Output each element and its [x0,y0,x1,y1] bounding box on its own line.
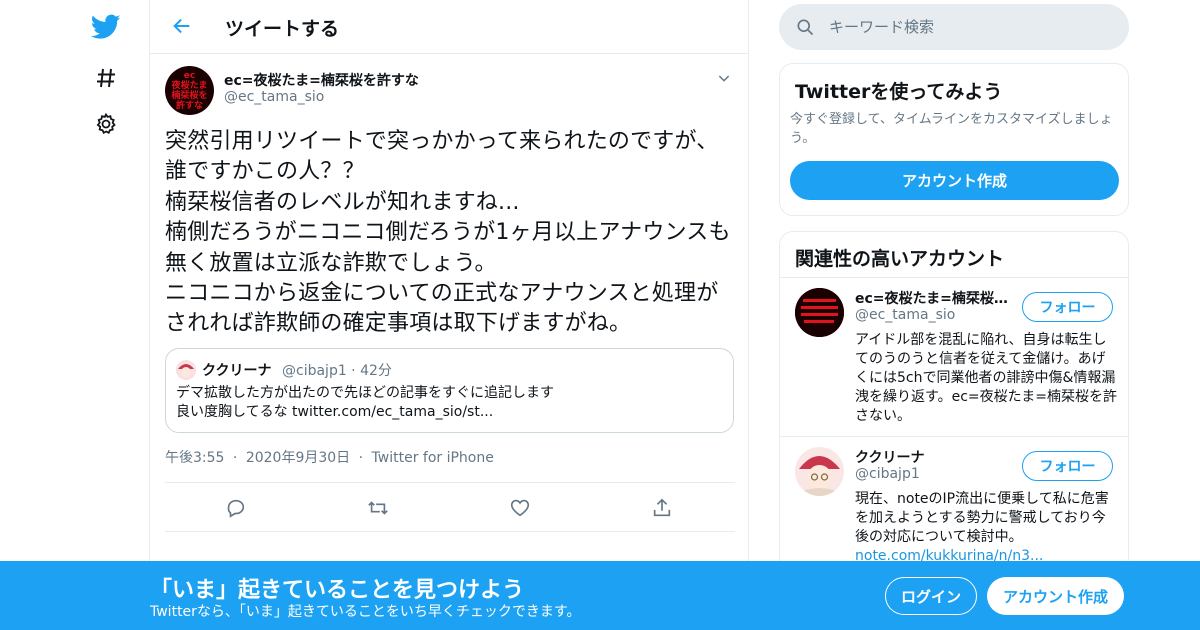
follow-button[interactable]: フォロー [1022,451,1113,481]
follow-button[interactable]: フォロー [1022,292,1113,322]
arrow-left-icon [173,18,190,34]
page-title: ツイートする [225,18,340,40]
quote-handle-time: @cibajp1 · 42分 [282,363,392,379]
hashtag-icon[interactable] [86,58,126,98]
signup-card-description: 今すぐ登録して、タイムラインをカスタマイズしましょう。 [790,112,1113,146]
avatar[interactable] [795,447,844,496]
related-account[interactable]: ククリーナ @cibajp1 フォロー 現在、noteのIP流出に便乗して私に危… [780,437,1128,570]
meta-dot: · [232,450,238,466]
search-icon [795,17,815,37]
banner-title: 「いま」起きていることを見つけよう [150,578,525,603]
tweet-source[interactable]: Twitter for iPhone [372,450,494,466]
related-account-bio-text: 現在、noteのIP流出に便乗して私に危害を加えようとする勢力に警戒しており今後… [855,491,1109,545]
meta-dot: · [358,450,364,466]
left-nav [82,0,128,630]
gear-icon[interactable] [86,104,126,144]
like-icon[interactable] [507,495,533,521]
related-account-handle[interactable]: @cibajp1 [855,466,920,482]
tweet-author: ec 夜桜たま 楠栞桜を 許すな ec=夜桜たま=楠栞桜を許すな @ec_tam… [150,54,748,124]
related-account-name[interactable]: ec=夜桜たま=楠栞桜を許すな [855,288,1015,308]
related-account-bio: アイドル部を混乱に陥れ、自身は転生してのうのうと信者を従えて金儲け。あげくには5… [855,332,1117,424]
banner-create-account-button[interactable]: アカウント作成 [987,577,1124,615]
quote-author-name: ククリーナ [202,363,272,379]
bottom-banner: 「いま」起きていることを見つけよう Twitterなら、「いま」起きていることを… [0,561,1200,630]
retweet-icon[interactable] [365,495,391,521]
main-column: ツイートする ec 夜桜たま 楠栞桜を 許すな ec=夜桜たま=楠栞桜を許すな … [149,0,749,630]
back-button[interactable] [168,12,196,40]
related-account-name[interactable]: ククリーナ [855,447,1015,467]
tweet-time[interactable]: 午後3:55 [165,450,224,466]
related-account-bio: 現在、noteのIP流出に便乗して私に危害を加えようとする勢力に警戒しており今後… [855,490,1119,566]
page: ツイートする ec 夜桜たま 楠栞桜を 許すな ec=夜桜たま=楠栞桜を許すな … [0,0,1200,630]
page-header: ツイートする [150,0,748,54]
search-input[interactable] [829,16,1109,38]
login-button[interactable]: ログイン [885,577,977,615]
quote-text: デマ拡散した方が出たので先ほどの記事をすぐに追記します 良い度胸してるな twi… [176,385,554,420]
signup-card: Twitterを使ってみよう 今すぐ登録して、タイムラインをカスタマイズしましょ… [779,63,1129,216]
related-account[interactable]: ec=夜桜たま=楠栞桜を許すな @ec_tama_sio フォロー アイドル部を… [780,278,1128,436]
tweet-date[interactable]: 2020年9月30日 [246,450,350,466]
tweet-text: 突然引用リツイートで突っかかって来られたのですが、誰ですかこの人？？ 楠栞桜信者… [165,129,731,337]
related-accounts-card: 関連性の高いアカウント ec=夜桜たま=楠栞桜を許すな @ec_tama_sio… [779,231,1129,571]
related-accounts-title: 関連性の高いアカウント [795,248,1005,270]
twitter-logo-icon[interactable] [86,7,126,47]
search-box[interactable] [779,4,1129,50]
reply-icon[interactable] [223,495,249,521]
avatar-text: ec 夜桜たま 楠栞桜を 許すな [171,70,208,111]
quoted-tweet[interactable]: ククリーナ @cibajp1 · 42分 デマ拡散した方が出たので先ほどの記事を… [165,348,734,433]
author-handle[interactable]: @ec_tama_sio [224,89,324,105]
banner-subtitle: Twitterなら、「いま」起きていることをいち早くチェックできます。 [150,604,581,620]
tweet-actions [165,482,735,532]
avatar[interactable]: ec 夜桜たま 楠栞桜を 許すな [165,66,214,115]
chevron-down-icon[interactable] [716,70,736,90]
avatar[interactable] [795,288,844,337]
share-icon[interactable] [649,495,675,521]
tweet-meta: 午後3:55 · 2020年9月30日 · Twitter for iPhone [165,447,494,467]
author-name[interactable]: ec=夜桜たま=楠栞桜を許すな [224,70,419,90]
signup-card-title: Twitterを使ってみよう [795,81,1003,103]
create-account-button[interactable]: アカウント作成 [790,161,1119,200]
related-account-handle[interactable]: @ec_tama_sio [855,307,955,323]
quote-avatar [176,360,196,380]
